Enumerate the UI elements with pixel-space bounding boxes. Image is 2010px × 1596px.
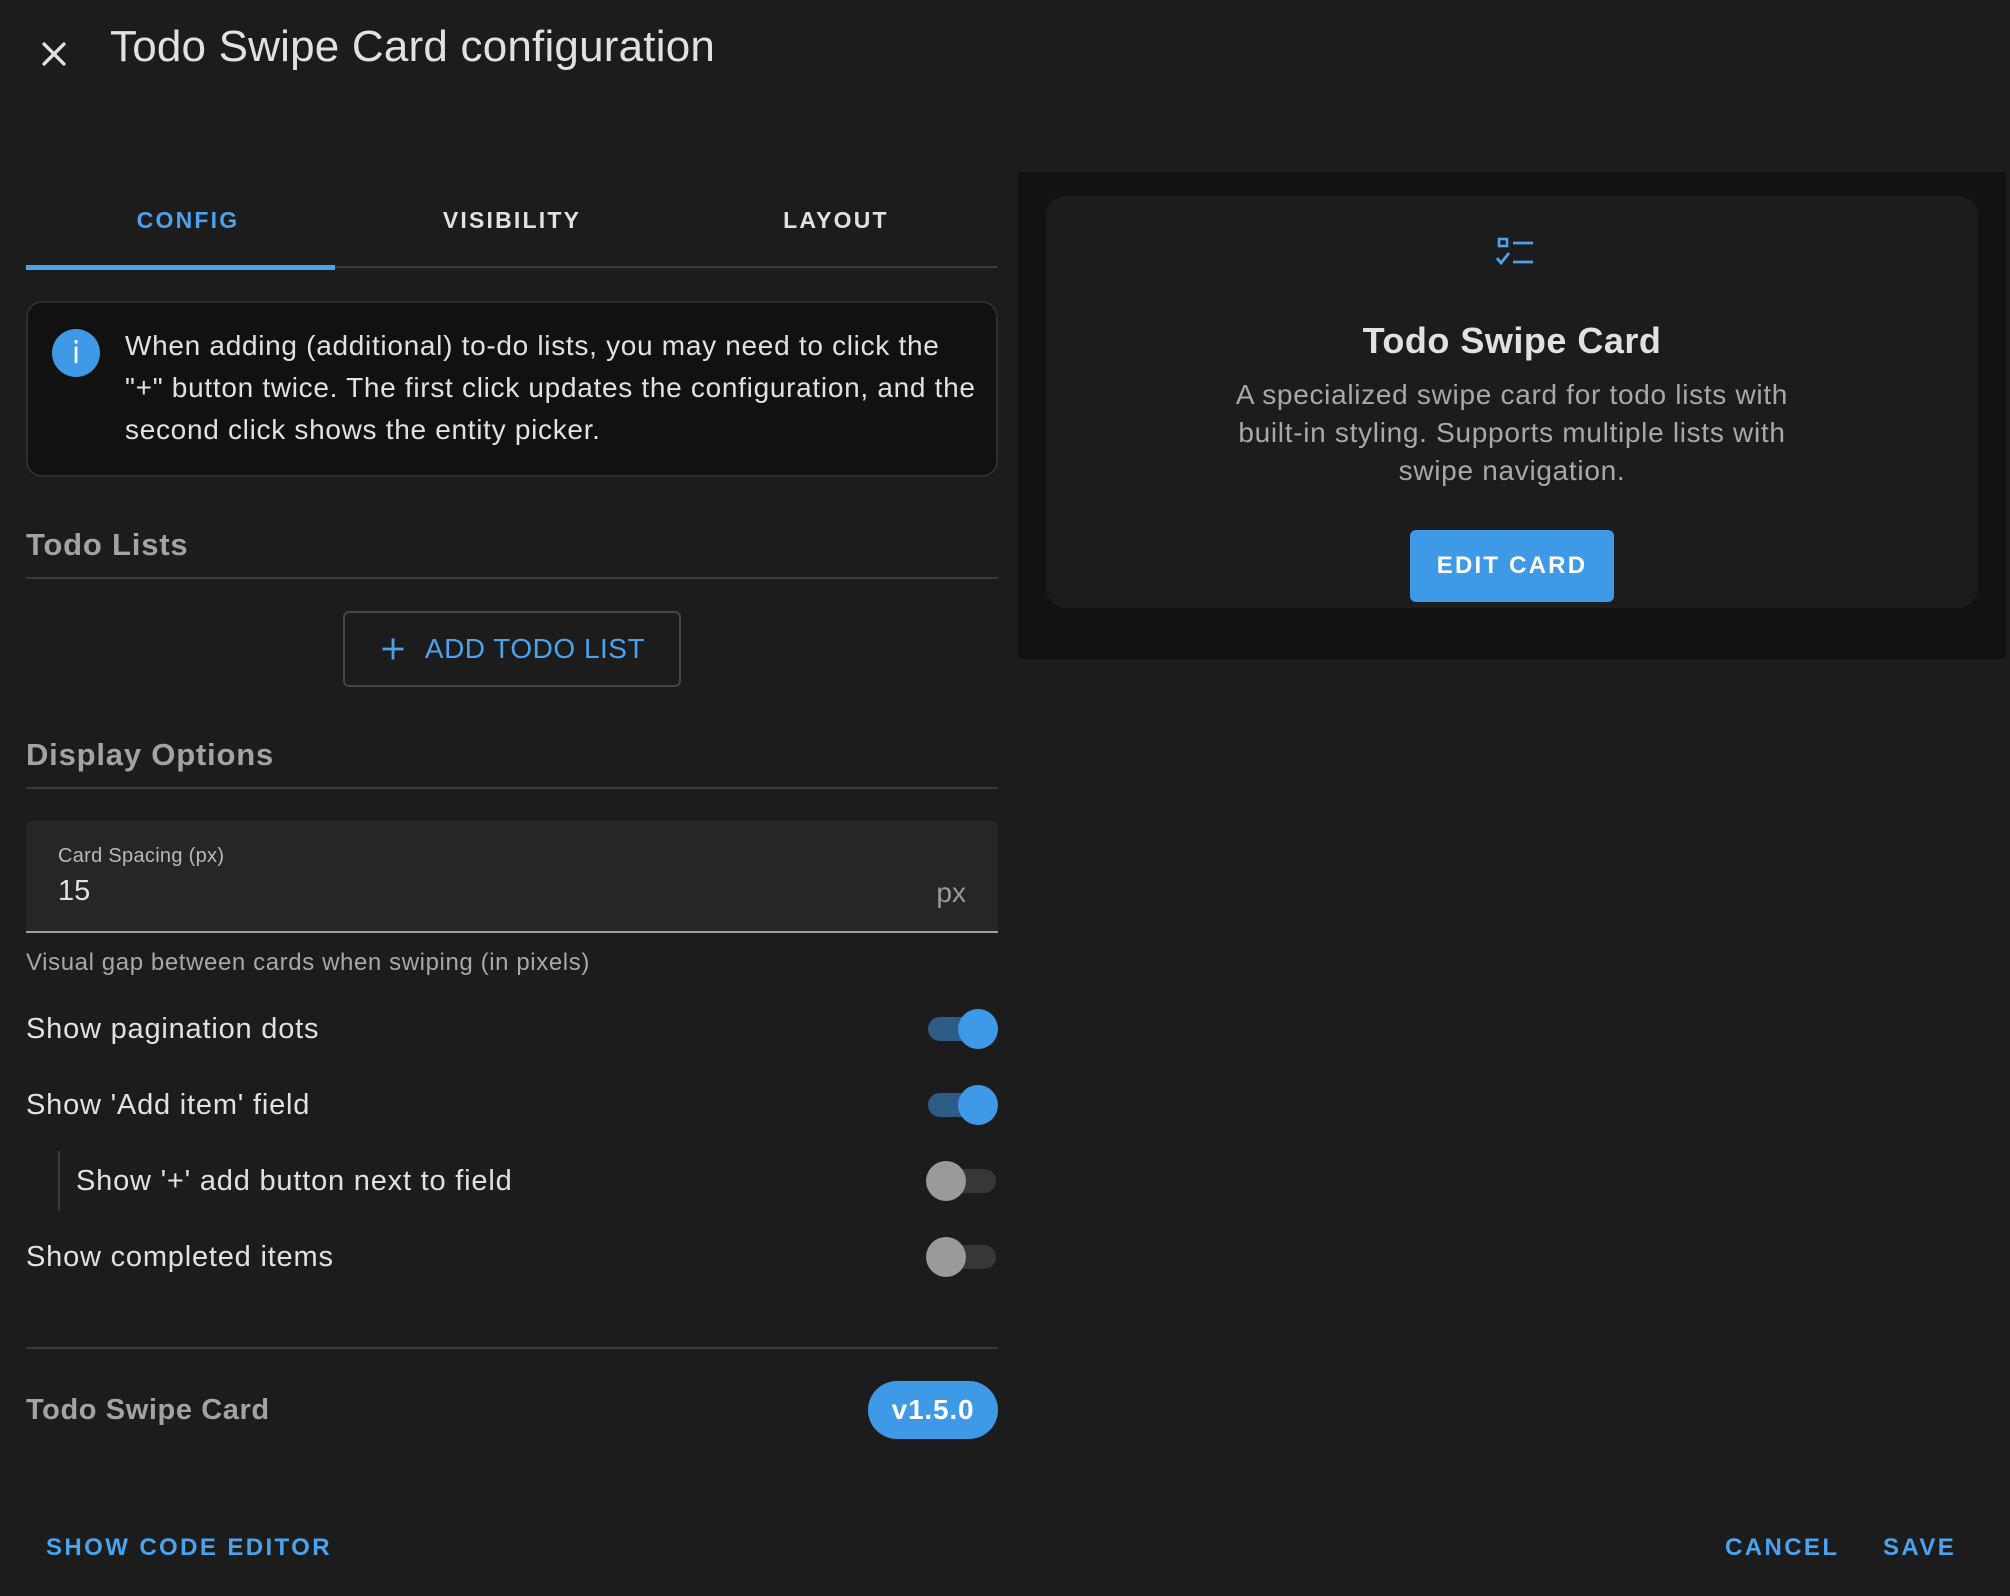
tab-bar: CONFIG VISIBILITY LAYOUT: [26, 172, 998, 270]
add-button-switch[interactable]: [926, 1161, 998, 1201]
info-icon: i: [52, 329, 100, 377]
tab-visibility[interactable]: VISIBILITY: [350, 172, 674, 268]
dialog-header: Todo Swipe Card configuration: [0, 0, 2010, 105]
close-icon: [42, 42, 66, 66]
card-spacing-label: Card Spacing (px): [58, 845, 225, 867]
config-panel: CONFIG VISIBILITY LAYOUT i When adding (…: [26, 172, 998, 1439]
pagination-dots-switch[interactable]: [926, 1009, 998, 1049]
card-config-dialog: Todo Swipe Card configuration CONFIG VIS…: [0, 0, 2010, 1596]
tab-layout[interactable]: LAYOUT: [674, 172, 998, 268]
show-code-editor-button[interactable]: SHOW CODE EDITOR: [46, 1534, 332, 1562]
add-todo-list-label: ADD TODO LIST: [424, 633, 646, 664]
version-badge: v1.5.0: [868, 1381, 998, 1439]
card-preview-panel: Todo Swipe Card A specialized swipe card…: [1018, 172, 2006, 659]
tab-config[interactable]: CONFIG: [26, 172, 350, 270]
completed-items-switch[interactable]: [926, 1237, 998, 1277]
toggle-label: Show completed items: [26, 1240, 334, 1273]
footer-card-name: Todo Swipe Card: [26, 1393, 270, 1426]
card-spacing-helper: Visual gap between cards when swiping (i…: [26, 949, 590, 976]
card-spacing-field[interactable]: Card Spacing (px) 15 px: [26, 821, 998, 933]
add-todo-list-button[interactable]: ADD TODO LIST: [343, 611, 681, 687]
toggle-list: Show pagination dots Show 'Add item' fie…: [26, 991, 998, 1295]
checklist-icon: [1496, 237, 1533, 266]
toggle-row-pagination-dots: Show pagination dots: [26, 991, 998, 1067]
cancel-button[interactable]: CANCEL: [1725, 1534, 1839, 1562]
info-text: When adding (additional) to-do lists, yo…: [125, 330, 976, 445]
toggle-label: Show pagination dots: [26, 1012, 320, 1045]
display-options-heading: Display Options: [26, 737, 998, 789]
save-button[interactable]: SAVE: [1883, 1534, 1956, 1562]
add-item-field-switch[interactable]: [926, 1085, 998, 1125]
toggle-row-completed-items: Show completed items: [26, 1219, 998, 1295]
toggle-label: Show 'Add item' field: [26, 1088, 311, 1121]
info-alert: i When adding (additional) to-do lists, …: [26, 301, 998, 477]
preview-card-title: Todo Swipe Card: [1362, 320, 1662, 361]
toggle-row-add-item-field: Show 'Add item' field: [26, 1067, 998, 1143]
todo-lists-heading: Todo Lists: [26, 527, 998, 579]
close-button[interactable]: [26, 26, 82, 82]
card-spacing-suffix: px: [936, 877, 966, 908]
toggle-row-add-button: Show '+' add button next to field: [26, 1143, 998, 1219]
preview-card-description: A specialized swipe card for todo lists …: [1235, 379, 1789, 486]
toggle-label: Show '+' add button next to field: [76, 1164, 513, 1197]
edit-card-button[interactable]: EDIT CARD: [1410, 530, 1614, 602]
card-spacing-value[interactable]: 15: [58, 875, 90, 908]
preview-card: Todo Swipe Card A specialized swipe card…: [1046, 196, 1978, 608]
version-footer: Todo Swipe Card v1.5.0: [26, 1381, 998, 1439]
plus-icon: [382, 638, 404, 660]
footer-divider: [26, 1347, 998, 1349]
dialog-title: Todo Swipe Card configuration: [110, 22, 716, 71]
